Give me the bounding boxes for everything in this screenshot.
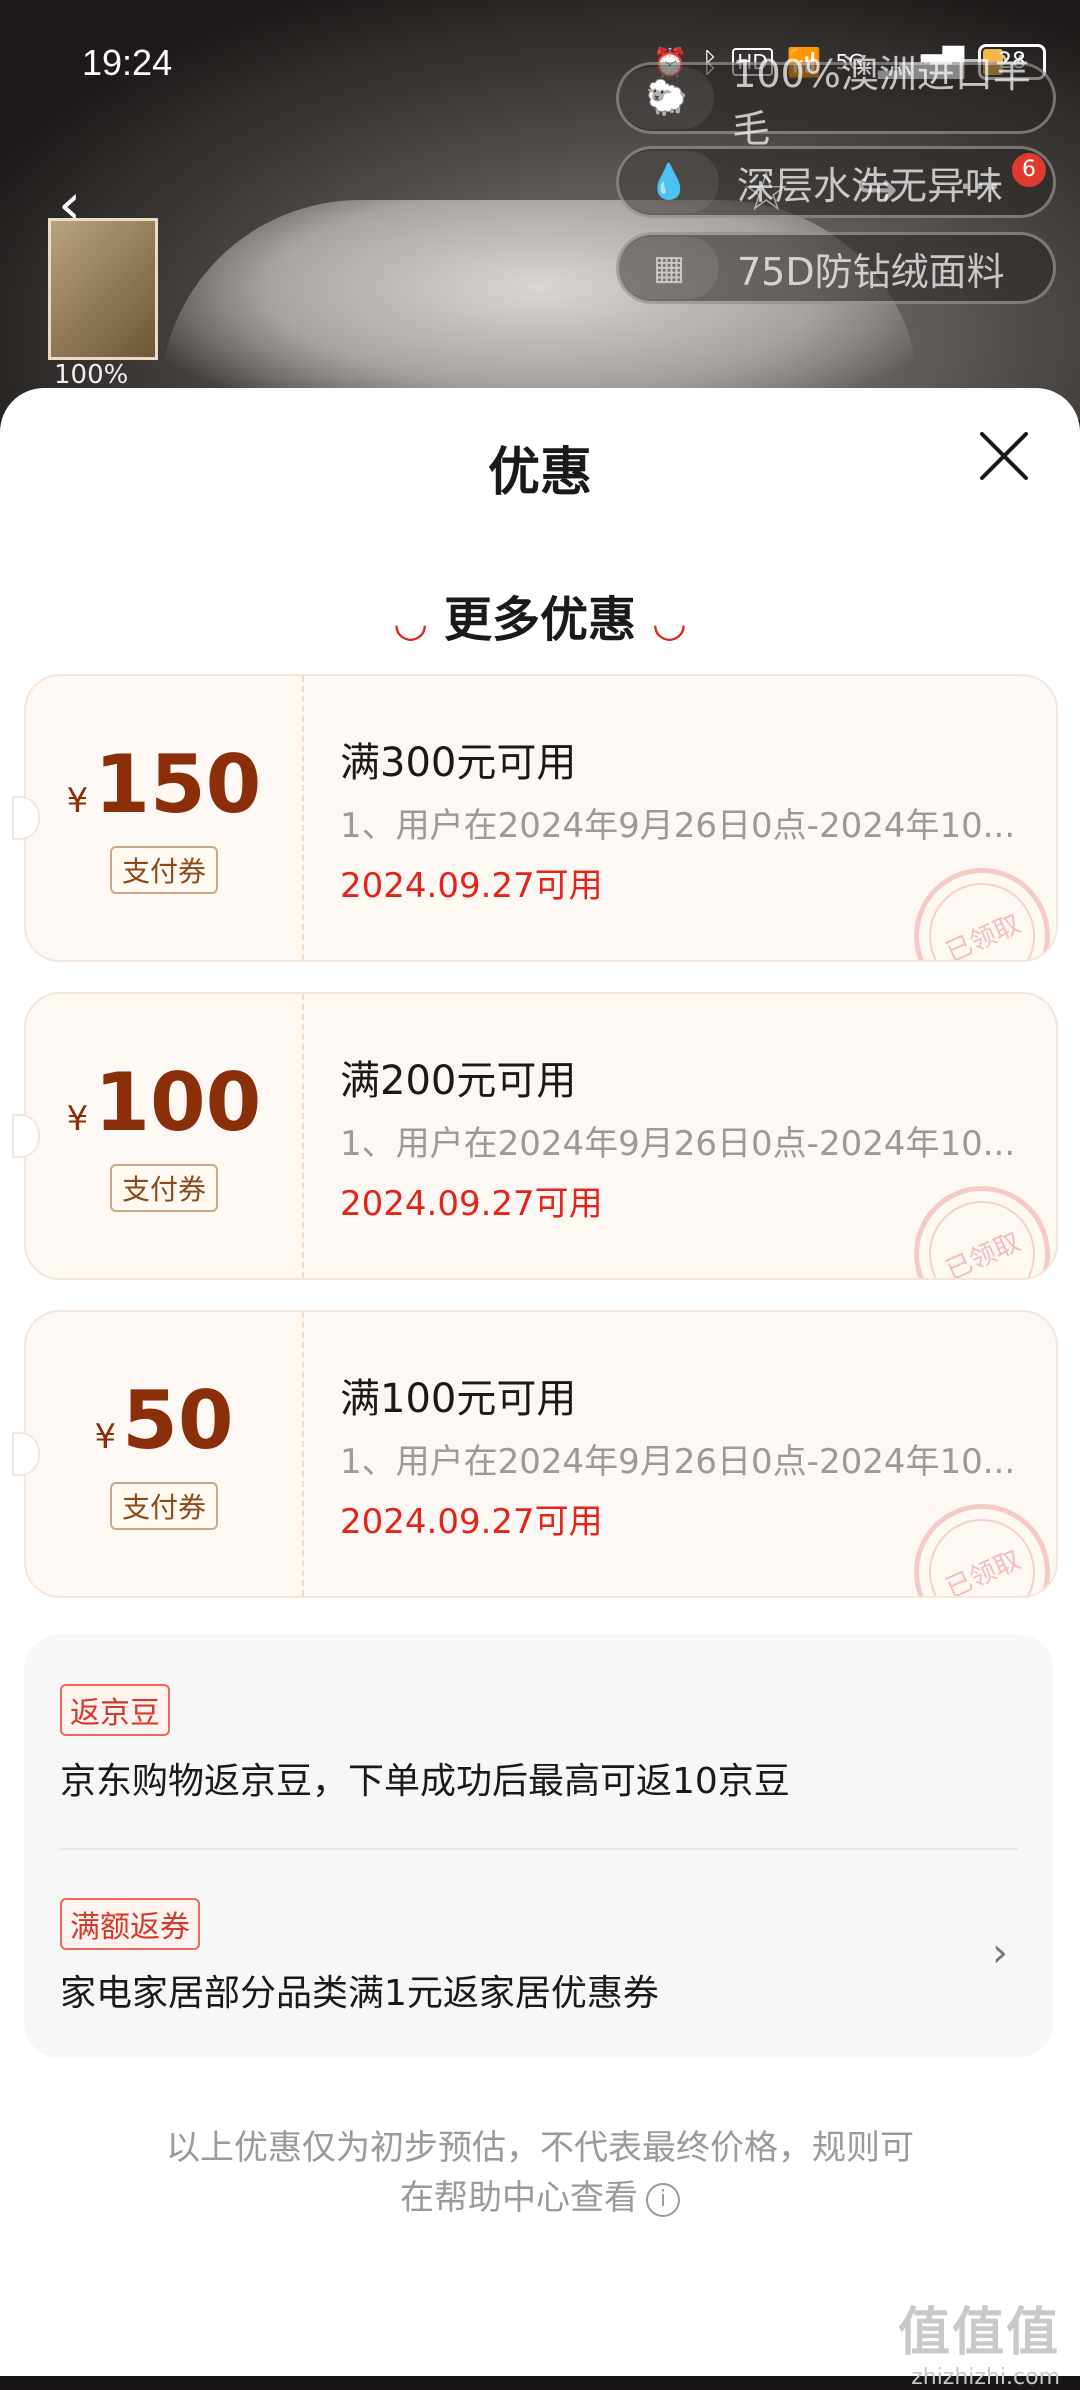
chevron-right-icon: › — [992, 1930, 1008, 1976]
amount-value: 50 — [122, 1374, 234, 1467]
feature-text: 75D防钻绒面料 — [737, 249, 1005, 294]
disclaimer: 以上优惠仅为初步预估，不代表最终价格，规则可 在帮助中心查看 i — [0, 2123, 1080, 2223]
claimed-stamp: 已领取 — [892, 1164, 1056, 1280]
more-icon[interactable]: ⋯ — [958, 160, 1002, 211]
section-title-text: 更多优惠 — [443, 592, 636, 648]
watermark-logo: 值值值 — [897, 2303, 1060, 2363]
benefits-box: 返京豆 京东购物返京豆，下单成功后最高可返10京豆 满额返券 家电家居部分品类满… — [24, 1634, 1054, 2058]
coupon-date: 2024.09.27可用 — [340, 1184, 603, 1224]
coupon-card[interactable]: ¥100 支付券 满200元可用 1、用户在2024年9月26日0点-2024年… — [24, 992, 1058, 1280]
benefit-tag-jingdou: 返京豆 — [60, 1684, 170, 1736]
coupon-amount: ¥100 — [26, 1056, 302, 1149]
notification-badge: 6 — [1012, 153, 1046, 187]
feature-tag-fabric: ▦ 75D防钻绒面料 — [616, 232, 1056, 304]
currency-symbol: ¥ — [66, 781, 89, 821]
watermark-url: zhizhizhi.com — [911, 2365, 1060, 2390]
stamp-text: 已领取 — [941, 908, 1025, 962]
close-button[interactable] — [974, 426, 1034, 486]
product-thumbnail[interactable] — [48, 218, 158, 360]
coupon-date: 2024.09.27可用 — [340, 1502, 603, 1542]
water-drop-icon: 💧 — [619, 151, 719, 213]
coupon-card[interactable]: ¥150 支付券 满300元可用 1、用户在2024年9月26日0点-2024年… — [24, 674, 1058, 962]
thumbnail-label: 100% — [54, 360, 129, 390]
coupon-amount-area: ¥150 支付券 — [26, 676, 304, 960]
claimed-stamp: 已领取 — [892, 1482, 1056, 1598]
info-icon[interactable]: i — [646, 2182, 680, 2217]
coupon-amount: ¥150 — [26, 738, 302, 831]
disclaimer-line2: 在帮助中心查看 — [400, 2178, 638, 2218]
benefit-text-jingdou: 京东购物返京豆，下单成功后最高可返10京豆 — [60, 1761, 790, 1802]
amount-value: 150 — [94, 738, 262, 831]
coupon-rule: 1、用户在2024年9月26日0点-2024年10... — [340, 1124, 1016, 1164]
coupon-type-tag: 支付券 — [109, 1482, 219, 1530]
currency-symbol: ¥ — [66, 1099, 89, 1139]
coupon-amount: ¥50 — [26, 1374, 302, 1467]
coupon-type-tag: 支付券 — [109, 846, 219, 894]
stamp-text: 已领取 — [941, 1544, 1025, 1598]
feature-tag-wool: 🐑 100%澳洲进口羊毛 — [616, 52, 1056, 151]
coupon-date: 2024.09.27可用 — [340, 866, 603, 906]
benefit-row-return-coupon[interactable]: 满额返券 家电家居部分品类满1元返家居优惠券 › — [24, 1850, 1054, 2058]
coupon-rule: 1、用户在2024年9月26日0点-2024年10... — [340, 806, 1016, 846]
watermark: 值值值 zhizhizhi.com — [898, 2290, 1060, 2390]
share-icon[interactable]: ↪ — [856, 160, 898, 218]
benefit-text-return-coupon: 家电家居部分品类满1元返家居优惠券 — [60, 1973, 659, 2014]
coupon-condition: 满200元可用 — [340, 1058, 577, 1104]
fabric-icon: ▦ — [619, 237, 719, 299]
smile-right-icon: ◡ — [654, 600, 685, 646]
status-time: 19:24 — [82, 42, 173, 83]
coupon-condition: 满100元可用 — [340, 1376, 577, 1422]
sheep-icon: 🐑 — [619, 67, 715, 129]
coupon-type-tag: 支付券 — [109, 1164, 219, 1212]
currency-symbol: ¥ — [94, 1417, 117, 1457]
smile-left-icon: ◡ — [395, 600, 426, 646]
claimed-stamp: 已领取 — [892, 846, 1056, 962]
disclaimer-line2-wrap: 在帮助中心查看 i — [0, 2173, 1080, 2223]
stamp-text: 已领取 — [941, 1226, 1025, 1280]
amount-value: 100 — [94, 1056, 262, 1149]
coupon-condition: 满300元可用 — [340, 740, 577, 786]
sheet-title: 优惠 — [487, 443, 592, 503]
benefit-tag-return-coupon: 满额返券 — [60, 1898, 200, 1950]
coupon-rule: 1、用户在2024年9月26日0点-2024年10... — [340, 1442, 1016, 1482]
discount-sheet: 优惠 ◡ 更多优惠 ◡ ¥150 支付券 满300元可用 1、用户在2024年9月2… — [0, 388, 1080, 2376]
favorite-star-icon[interactable]: ☆ — [742, 160, 790, 223]
coupon-card[interactable]: ¥50 支付券 满100元可用 1、用户在2024年9月26日0点-2024年1… — [24, 1310, 1058, 1598]
disclaimer-line1: 以上优惠仅为初步预估，不代表最终价格，规则可 — [166, 2128, 914, 2168]
section-title: ◡ 更多优惠 ◡ — [0, 580, 1080, 650]
feature-text: 100%澳洲进口羊毛 — [732, 52, 1031, 151]
coupon-amount-area: ¥100 支付券 — [26, 994, 304, 1278]
close-icon — [980, 432, 1028, 480]
coupon-amount-area: ¥50 支付券 — [26, 1312, 304, 1596]
